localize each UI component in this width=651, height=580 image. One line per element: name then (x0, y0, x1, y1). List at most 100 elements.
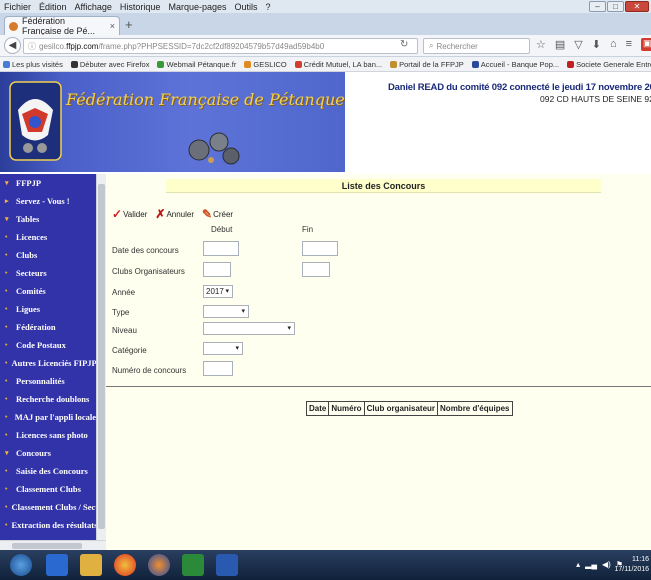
back-button[interactable]: ◀ (4, 37, 21, 54)
sidebar-item[interactable]: • Saisie des Concours (0, 462, 96, 480)
sidebar-item[interactable]: • Personnalités (0, 372, 96, 390)
niveau-select[interactable]: ▾ (203, 322, 295, 335)
menu-marque-pages[interactable]: Marque-pages (168, 2, 226, 12)
start-button[interactable] (10, 554, 32, 576)
reading-list-icon[interactable]: ▤ (555, 38, 565, 51)
sidebar-item[interactable]: ▾ Concours (0, 444, 96, 462)
menu-fichier[interactable]: Fichier (4, 2, 31, 12)
bookmark-item[interactable]: Les plus visités (3, 60, 63, 69)
folder-icon[interactable] (80, 554, 102, 576)
sidebar-arrow-icon: ▸ (5, 197, 9, 205)
bookmark-item[interactable]: GESLICO (244, 59, 287, 69)
menu-outils[interactable]: Outils (235, 2, 258, 12)
site-banner: Fédération Française de Pétanque & Jeu P… (0, 72, 651, 172)
annee-select[interactable]: 2017 ▾ (203, 285, 233, 298)
browser-tab[interactable]: Fédération Française de Pé... × (4, 16, 120, 36)
comite-select[interactable]: 092 CD HAUTS DE SEINE 92▾ (540, 94, 651, 104)
tray-arrow-icon[interactable]: ▴ (576, 560, 580, 569)
menu-aide[interactable]: ? (266, 2, 271, 12)
menu-affichage[interactable]: Affichage (75, 2, 112, 12)
bookmark-item[interactable]: Webmail Pétanque.fr (157, 60, 236, 69)
pocket-icon[interactable]: ▽ (574, 38, 582, 51)
reload-icon[interactable]: ↻ (400, 39, 408, 50)
bookmark-item[interactable]: Débuter avec Firefox (70, 60, 149, 69)
bookmark-label: GESLICO (253, 59, 287, 69)
sidebar-item[interactable]: • Secteurs (0, 264, 96, 282)
sidebar-item[interactable]: • Comités (0, 282, 96, 300)
sidebar-item-label: Licences (16, 232, 48, 242)
bookmark-item[interactable]: Accueil - Banque Pop... (471, 60, 559, 69)
url-bar[interactable]: ⓘ gesilco. ffpjp.com/frame.php?PHPSESSID=… (23, 38, 418, 54)
type-select[interactable]: ▾ (203, 305, 249, 318)
comite-value: 092 CD HAUTS DE SEINE 92 (540, 94, 651, 104)
sidebar-item[interactable]: • Recherche doublons (0, 390, 96, 408)
categorie-select[interactable]: ▾ (203, 342, 243, 355)
scrollbar-thumb[interactable] (98, 184, 105, 529)
creer-button[interactable]: ✎ Créer (202, 207, 233, 221)
sidebar-item-label: Extraction des résultats (11, 520, 96, 530)
sidebar-item[interactable]: • Classement Clubs (0, 480, 96, 498)
hscrollbar-thumb[interactable] (12, 543, 82, 549)
tab-bar: Fédération Française de Pé... × + (0, 13, 651, 36)
sidebar-item[interactable]: • Fédération (0, 318, 96, 336)
sidebar-item[interactable]: • MAJ par l'appli locale (0, 408, 96, 426)
bookmark-icon (70, 60, 78, 68)
taskbar-app-icon[interactable] (46, 554, 68, 576)
bookmark-item[interactable]: Crédit Mutuel, LA ban... (294, 60, 382, 69)
sidebar-item[interactable]: • Autres Licenciés FIPJP (0, 354, 96, 372)
minimize-button[interactable]: – (589, 1, 606, 12)
search-input[interactable]: ⌕ Rechercher (423, 38, 530, 54)
date-debut-input[interactable] (203, 241, 239, 256)
sidebar-hscrollbar[interactable] (0, 540, 106, 550)
firefox-icon[interactable] (148, 554, 170, 576)
clock-time: 11:16 (632, 556, 649, 563)
tab-close-icon[interactable]: × (110, 21, 115, 31)
column-date[interactable]: Date (307, 402, 330, 415)
network-icon[interactable]: ▂▄ (585, 560, 597, 569)
addon-icon[interactable]: ▣ (641, 38, 651, 51)
creer-label: Créer (213, 209, 234, 219)
sidebar-item[interactable]: • Licences sans photo (0, 426, 96, 444)
clock[interactable]: 11:16 17/11/2016 (614, 555, 649, 575)
volume-icon[interactable]: ◀) (602, 560, 611, 569)
numero-input[interactable] (203, 361, 233, 376)
sidebar-arrow-icon: ▾ (5, 179, 9, 187)
new-tab-button[interactable]: + (125, 17, 133, 32)
menu-edition[interactable]: Édition (39, 2, 67, 12)
download-icon[interactable]: ⬇ (592, 38, 601, 51)
sidebar-item[interactable]: •Classement Clubs / Secteur (0, 498, 96, 516)
sidebar-item[interactable]: ▸ Servez - Vous ! (0, 192, 96, 210)
club-debut-input[interactable] (203, 262, 231, 277)
date-fin-input[interactable] (302, 241, 338, 256)
maximize-button[interactable]: □ (607, 1, 624, 12)
page-title: Liste des Concours (166, 179, 601, 193)
bookmark-item[interactable]: Portail de la FFPJP (390, 60, 464, 69)
column-equipes[interactable]: Nombre d'équipes (438, 402, 511, 415)
valider-button[interactable]: ✓ Valider (112, 207, 147, 221)
bookmark-icon (244, 60, 252, 68)
chrome-icon[interactable] (114, 554, 136, 576)
close-window-button[interactable]: ✕ (625, 1, 649, 12)
bookmark-item[interactable]: Societe Generale Entre... (567, 60, 651, 69)
niveau-label: Niveau (112, 326, 137, 335)
annuler-button[interactable]: ✗ Annuler (155, 207, 194, 221)
word-icon[interactable] (216, 554, 238, 576)
home-icon[interactable]: ⌂ (610, 38, 617, 51)
sidebar-item[interactable]: • Code Postaux (0, 336, 96, 354)
sidebar-item[interactable]: • Ligues (0, 300, 96, 318)
menu-icon[interactable]: ≡ (626, 38, 632, 51)
sidebar-item[interactable]: • Extraction des résultats (0, 516, 96, 534)
club-fin-input[interactable] (302, 262, 330, 277)
menu-historique[interactable]: Historique (120, 2, 161, 12)
sidebar-item[interactable]: • Clubs (0, 246, 96, 264)
sidebar-item[interactable]: ▾ FFPJP (0, 174, 96, 192)
column-club[interactable]: Club organisateur (365, 402, 439, 415)
main-background (106, 174, 651, 550)
bookmark-star-icon[interactable]: ☆ (536, 38, 546, 51)
sidebar-item-label: Classement Clubs / Secteur (11, 502, 96, 512)
sidebar-scrollbar[interactable] (96, 174, 106, 540)
sidebar-item[interactable]: ▾ Tables (0, 210, 96, 228)
excel-icon[interactable] (182, 554, 204, 576)
column-numero[interactable]: Numéro (329, 402, 365, 415)
sidebar-item[interactable]: • Licences (0, 228, 96, 246)
